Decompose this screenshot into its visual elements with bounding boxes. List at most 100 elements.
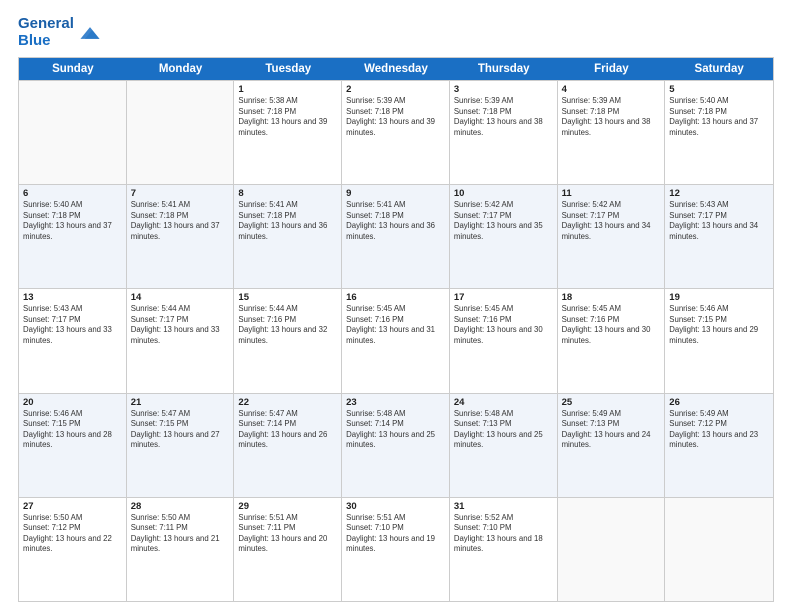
day-cell-15: 15Sunrise: 5:44 AM Sunset: 7:16 PM Dayli… [234, 289, 342, 392]
day-info: Sunrise: 5:45 AM Sunset: 7:16 PM Dayligh… [454, 304, 553, 346]
day-cell-29: 29Sunrise: 5:51 AM Sunset: 7:11 PM Dayli… [234, 498, 342, 601]
header-day-wednesday: Wednesday [342, 58, 450, 80]
calendar-header: SundayMondayTuesdayWednesdayThursdayFrid… [19, 58, 773, 80]
day-cell-23: 23Sunrise: 5:48 AM Sunset: 7:14 PM Dayli… [342, 394, 450, 497]
day-info: Sunrise: 5:50 AM Sunset: 7:11 PM Dayligh… [131, 513, 230, 555]
day-info: Sunrise: 5:45 AM Sunset: 7:16 PM Dayligh… [562, 304, 661, 346]
day-number: 12 [669, 188, 769, 199]
calendar: SundayMondayTuesdayWednesdayThursdayFrid… [18, 57, 774, 602]
day-number: 31 [454, 501, 553, 512]
day-cell-4: 4Sunrise: 5:39 AM Sunset: 7:18 PM Daylig… [558, 81, 666, 184]
day-number: 3 [454, 84, 553, 95]
day-info: Sunrise: 5:40 AM Sunset: 7:18 PM Dayligh… [669, 96, 769, 138]
day-number: 4 [562, 84, 661, 95]
day-cell-14: 14Sunrise: 5:44 AM Sunset: 7:17 PM Dayli… [127, 289, 235, 392]
empty-cell [558, 498, 666, 601]
header-day-monday: Monday [127, 58, 235, 80]
day-info: Sunrise: 5:38 AM Sunset: 7:18 PM Dayligh… [238, 96, 337, 138]
header: General Blue [18, 16, 774, 49]
day-cell-13: 13Sunrise: 5:43 AM Sunset: 7:17 PM Dayli… [19, 289, 127, 392]
day-cell-12: 12Sunrise: 5:43 AM Sunset: 7:17 PM Dayli… [665, 185, 773, 288]
day-number: 8 [238, 188, 337, 199]
day-cell-9: 9Sunrise: 5:41 AM Sunset: 7:18 PM Daylig… [342, 185, 450, 288]
day-info: Sunrise: 5:41 AM Sunset: 7:18 PM Dayligh… [131, 200, 230, 242]
header-day-thursday: Thursday [450, 58, 558, 80]
day-number: 13 [23, 292, 122, 303]
day-info: Sunrise: 5:39 AM Sunset: 7:18 PM Dayligh… [346, 96, 445, 138]
day-info: Sunrise: 5:40 AM Sunset: 7:18 PM Dayligh… [23, 200, 122, 242]
logo-icon [79, 22, 101, 44]
day-cell-21: 21Sunrise: 5:47 AM Sunset: 7:15 PM Dayli… [127, 394, 235, 497]
day-number: 5 [669, 84, 769, 95]
day-info: Sunrise: 5:49 AM Sunset: 7:12 PM Dayligh… [669, 409, 769, 451]
day-info: Sunrise: 5:47 AM Sunset: 7:15 PM Dayligh… [131, 409, 230, 451]
day-cell-10: 10Sunrise: 5:42 AM Sunset: 7:17 PM Dayli… [450, 185, 558, 288]
day-cell-30: 30Sunrise: 5:51 AM Sunset: 7:10 PM Dayli… [342, 498, 450, 601]
day-number: 18 [562, 292, 661, 303]
day-cell-1: 1Sunrise: 5:38 AM Sunset: 7:18 PM Daylig… [234, 81, 342, 184]
day-cell-3: 3Sunrise: 5:39 AM Sunset: 7:18 PM Daylig… [450, 81, 558, 184]
day-info: Sunrise: 5:48 AM Sunset: 7:14 PM Dayligh… [346, 409, 445, 451]
day-info: Sunrise: 5:43 AM Sunset: 7:17 PM Dayligh… [669, 200, 769, 242]
day-cell-5: 5Sunrise: 5:40 AM Sunset: 7:18 PM Daylig… [665, 81, 773, 184]
header-day-friday: Friday [558, 58, 666, 80]
day-info: Sunrise: 5:46 AM Sunset: 7:15 PM Dayligh… [23, 409, 122, 451]
day-number: 28 [131, 501, 230, 512]
day-info: Sunrise: 5:52 AM Sunset: 7:10 PM Dayligh… [454, 513, 553, 555]
day-info: Sunrise: 5:49 AM Sunset: 7:13 PM Dayligh… [562, 409, 661, 451]
logo: General Blue [18, 16, 101, 49]
day-number: 23 [346, 397, 445, 408]
day-number: 9 [346, 188, 445, 199]
day-number: 16 [346, 292, 445, 303]
logo-blue: Blue [18, 33, 74, 50]
day-info: Sunrise: 5:44 AM Sunset: 7:16 PM Dayligh… [238, 304, 337, 346]
day-number: 27 [23, 501, 122, 512]
day-cell-17: 17Sunrise: 5:45 AM Sunset: 7:16 PM Dayli… [450, 289, 558, 392]
empty-cell [19, 81, 127, 184]
day-info: Sunrise: 5:45 AM Sunset: 7:16 PM Dayligh… [346, 304, 445, 346]
day-number: 30 [346, 501, 445, 512]
day-info: Sunrise: 5:43 AM Sunset: 7:17 PM Dayligh… [23, 304, 122, 346]
day-number: 7 [131, 188, 230, 199]
day-cell-18: 18Sunrise: 5:45 AM Sunset: 7:16 PM Dayli… [558, 289, 666, 392]
day-cell-8: 8Sunrise: 5:41 AM Sunset: 7:18 PM Daylig… [234, 185, 342, 288]
day-cell-19: 19Sunrise: 5:46 AM Sunset: 7:15 PM Dayli… [665, 289, 773, 392]
header-day-saturday: Saturday [665, 58, 773, 80]
page: General Blue SundayMondayTuesdayWednesda… [0, 0, 792, 612]
day-info: Sunrise: 5:39 AM Sunset: 7:18 PM Dayligh… [454, 96, 553, 138]
day-number: 26 [669, 397, 769, 408]
day-number: 2 [346, 84, 445, 95]
day-info: Sunrise: 5:41 AM Sunset: 7:18 PM Dayligh… [346, 200, 445, 242]
header-day-sunday: Sunday [19, 58, 127, 80]
day-cell-27: 27Sunrise: 5:50 AM Sunset: 7:12 PM Dayli… [19, 498, 127, 601]
day-number: 1 [238, 84, 337, 95]
day-cell-11: 11Sunrise: 5:42 AM Sunset: 7:17 PM Dayli… [558, 185, 666, 288]
day-info: Sunrise: 5:50 AM Sunset: 7:12 PM Dayligh… [23, 513, 122, 555]
day-number: 29 [238, 501, 337, 512]
day-cell-7: 7Sunrise: 5:41 AM Sunset: 7:18 PM Daylig… [127, 185, 235, 288]
day-number: 19 [669, 292, 769, 303]
day-number: 14 [131, 292, 230, 303]
day-info: Sunrise: 5:46 AM Sunset: 7:15 PM Dayligh… [669, 304, 769, 346]
empty-cell [665, 498, 773, 601]
calendar-row-3: 20Sunrise: 5:46 AM Sunset: 7:15 PM Dayli… [19, 393, 773, 497]
day-cell-31: 31Sunrise: 5:52 AM Sunset: 7:10 PM Dayli… [450, 498, 558, 601]
day-cell-25: 25Sunrise: 5:49 AM Sunset: 7:13 PM Dayli… [558, 394, 666, 497]
day-info: Sunrise: 5:42 AM Sunset: 7:17 PM Dayligh… [454, 200, 553, 242]
day-cell-6: 6Sunrise: 5:40 AM Sunset: 7:18 PM Daylig… [19, 185, 127, 288]
day-cell-22: 22Sunrise: 5:47 AM Sunset: 7:14 PM Dayli… [234, 394, 342, 497]
day-number: 15 [238, 292, 337, 303]
day-number: 6 [23, 188, 122, 199]
day-cell-2: 2Sunrise: 5:39 AM Sunset: 7:18 PM Daylig… [342, 81, 450, 184]
day-cell-20: 20Sunrise: 5:46 AM Sunset: 7:15 PM Dayli… [19, 394, 127, 497]
day-info: Sunrise: 5:48 AM Sunset: 7:13 PM Dayligh… [454, 409, 553, 451]
calendar-row-2: 13Sunrise: 5:43 AM Sunset: 7:17 PM Dayli… [19, 288, 773, 392]
header-day-tuesday: Tuesday [234, 58, 342, 80]
day-number: 25 [562, 397, 661, 408]
day-info: Sunrise: 5:41 AM Sunset: 7:18 PM Dayligh… [238, 200, 337, 242]
day-cell-28: 28Sunrise: 5:50 AM Sunset: 7:11 PM Dayli… [127, 498, 235, 601]
day-info: Sunrise: 5:51 AM Sunset: 7:11 PM Dayligh… [238, 513, 337, 555]
day-info: Sunrise: 5:44 AM Sunset: 7:17 PM Dayligh… [131, 304, 230, 346]
calendar-row-4: 27Sunrise: 5:50 AM Sunset: 7:12 PM Dayli… [19, 497, 773, 601]
day-number: 10 [454, 188, 553, 199]
